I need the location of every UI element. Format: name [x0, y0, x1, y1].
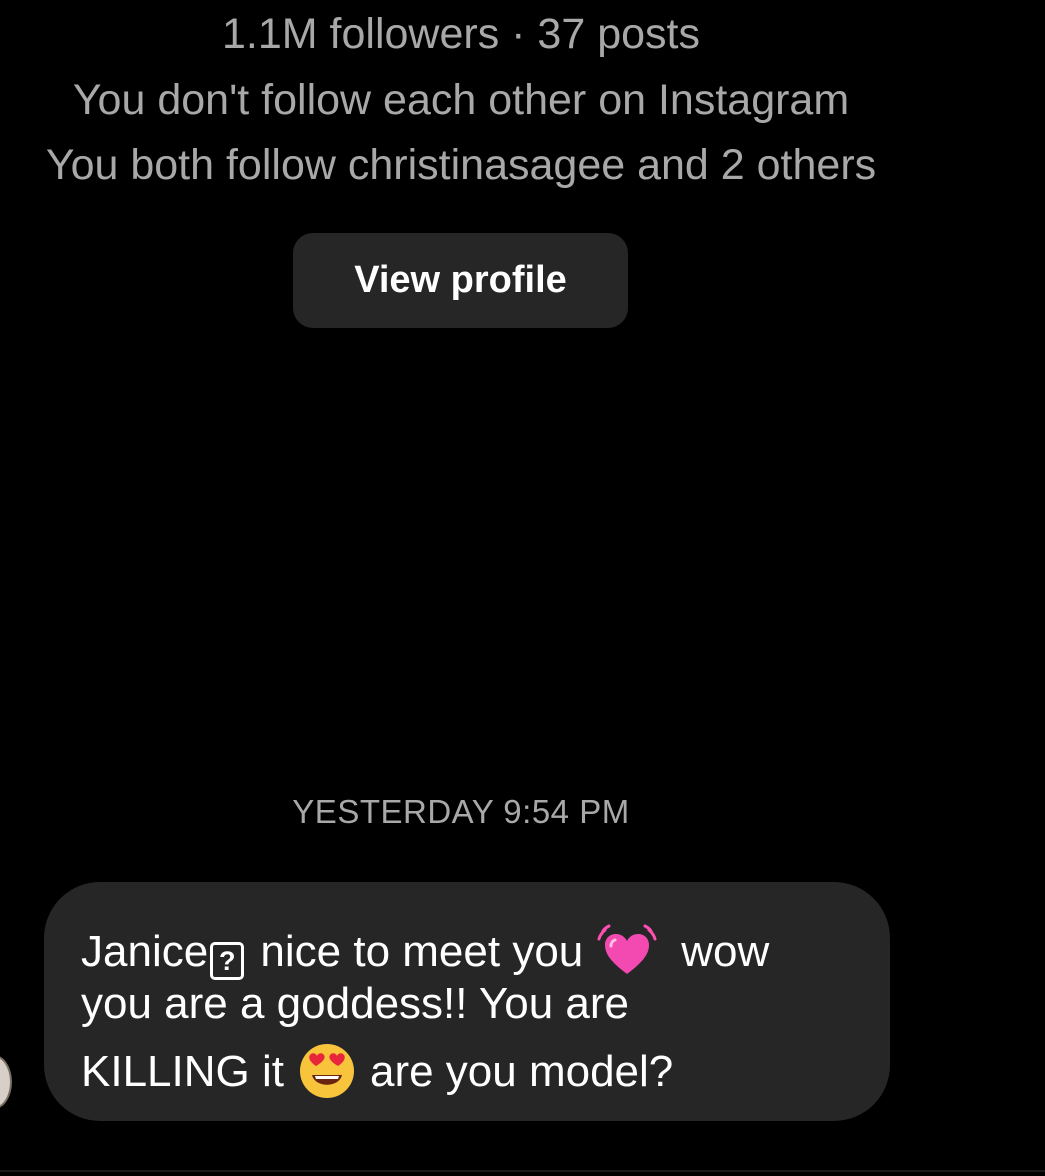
message-timestamp: YESTERDAY 9:54 PM	[292, 793, 630, 830]
bottom-divider	[0, 1170, 1045, 1172]
message-line-3: KILLING it are you model?	[81, 1042, 673, 1100]
mutual-followers: You both follow christinasagee and 2 oth…	[45, 141, 877, 189]
message-bubble[interactable]: Janice? nice to meet you wow you are a g…	[44, 882, 890, 1121]
message-text-1: nice to meet you	[248, 927, 584, 976]
heart-eyes-icon	[299, 1044, 354, 1098]
profile-stats: 1.1M followers · 37 posts	[222, 10, 700, 58]
message-line-2: you are a goddess!! You are	[81, 979, 629, 1028]
avatar[interactable]	[0, 1055, 12, 1109]
sender-name-text: Janice	[81, 927, 209, 976]
heart-icon	[597, 924, 657, 974]
message-text-3a: KILLING it	[81, 1047, 284, 1096]
follow-status: You don't follow each other on Instagram	[72, 76, 850, 124]
message-line-1: Janice? nice to meet you wow	[81, 922, 769, 980]
view-profile-button[interactable]: View profile	[293, 233, 628, 328]
message-text-1b: wow	[681, 927, 770, 976]
unknown-glyph-icon: ?	[210, 942, 245, 980]
message-text-3b: are you model?	[369, 1047, 674, 1096]
